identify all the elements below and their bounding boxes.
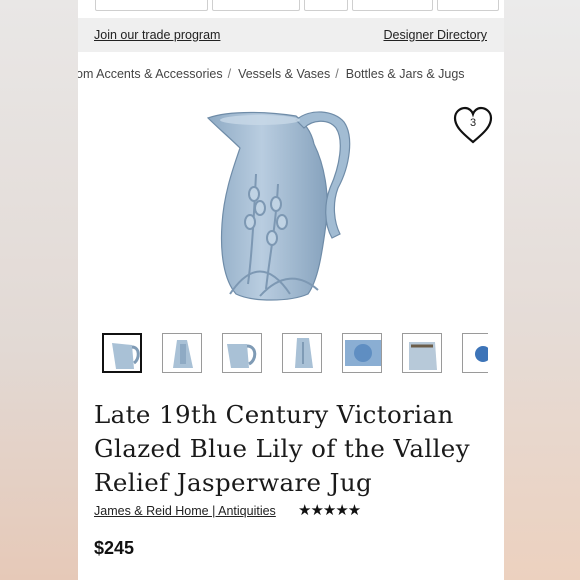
- top-button-5[interactable]: [437, 0, 499, 11]
- breadcrumb-separator: /: [227, 67, 232, 81]
- thumbnail[interactable]: [462, 333, 488, 373]
- thumbnail[interactable]: [402, 333, 442, 373]
- breadcrumb-item[interactable]: Bottles & Jars & Jugs: [346, 67, 465, 81]
- product-title-line: Glazed Blue Lily of the Valley: [94, 434, 470, 463]
- join-trade-program-link[interactable]: Join our trade program: [94, 28, 220, 42]
- top-button-3[interactable]: [304, 0, 348, 11]
- thumbnail[interactable]: [162, 333, 202, 373]
- top-button-4[interactable]: [352, 0, 433, 11]
- thumbnail[interactable]: [342, 333, 382, 373]
- designer-directory-link[interactable]: Designer Directory: [383, 28, 487, 42]
- rating-stars[interactable]: ★★★★★: [298, 501, 361, 519]
- product-page: Join our trade program Designer Director…: [78, 0, 504, 580]
- seller-link[interactable]: James & Reid Home | Antiquities: [94, 504, 276, 518]
- product-title-line: Relief Jasperware Jug: [94, 468, 373, 497]
- trade-bar: Join our trade program Designer Director…: [78, 18, 504, 52]
- thumbnail-strip: [102, 333, 488, 375]
- breadcrumb-item[interactable]: Vessels & Vases: [238, 67, 330, 81]
- product-image[interactable]: [200, 104, 380, 304]
- background-right: [504, 0, 580, 580]
- product-title-line: Late 19th Century Victorian: [94, 400, 454, 429]
- top-button-2[interactable]: [212, 0, 300, 11]
- product-title: Late 19th Century Victorian Glazed Blue …: [94, 398, 494, 500]
- thumbnail[interactable]: [222, 333, 262, 373]
- thumbnail[interactable]: [282, 333, 322, 373]
- background-left: [0, 0, 78, 580]
- top-nav-buttons: [78, 0, 504, 13]
- top-button-1[interactable]: [95, 0, 208, 11]
- breadcrumb-separator: /: [335, 67, 339, 81]
- favorite-count: 3: [469, 117, 477, 129]
- product-price: $245: [94, 538, 135, 558]
- breadcrumb-item[interactable]: om Accents & Accessories: [78, 67, 223, 81]
- thumbnail[interactable]: [102, 333, 142, 373]
- breadcrumb: om Accents & Accessories / Vessels & Vases…: [78, 67, 465, 81]
